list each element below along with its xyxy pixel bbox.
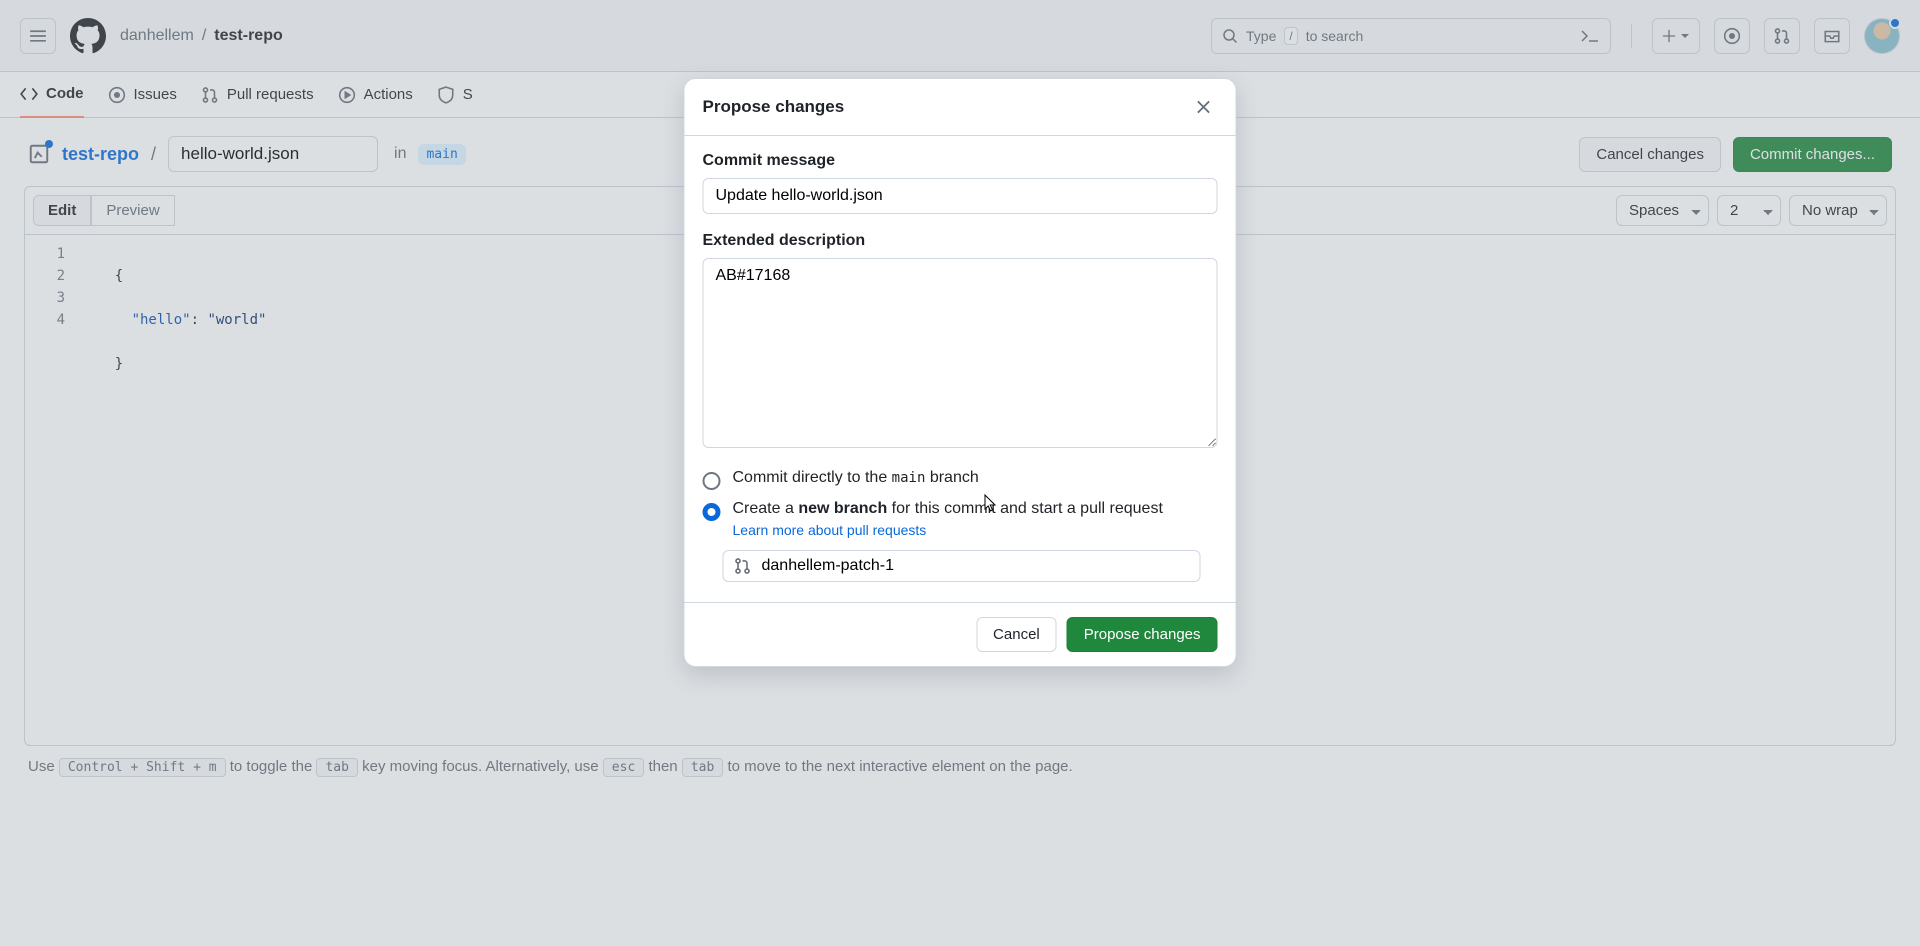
- commit-message-input[interactable]: [703, 178, 1218, 214]
- commit-direct-label: Commit directly to the main branch: [733, 469, 979, 487]
- branch-name-input-wrap[interactable]: [723, 550, 1201, 582]
- branch-name-input[interactable]: [762, 557, 1190, 575]
- extended-description-label: Extended description: [703, 232, 1218, 250]
- git-pull-request-icon: [734, 557, 752, 575]
- propose-changes-button[interactable]: Propose changes: [1067, 617, 1218, 652]
- modal-title: Propose changes: [703, 97, 845, 117]
- commit-direct-option[interactable]: Commit directly to the main branch: [703, 469, 1218, 490]
- radio-checked-icon: [703, 503, 721, 521]
- create-branch-option[interactable]: Create a new branch for this commit and …: [703, 500, 1218, 538]
- extended-description-textarea[interactable]: [703, 258, 1218, 448]
- commit-message-label: Commit message: [703, 152, 1218, 170]
- radio-unchecked-icon: [703, 472, 721, 490]
- close-icon: [1195, 98, 1213, 116]
- learn-more-link[interactable]: Learn more about pull requests: [733, 522, 1163, 538]
- cancel-button[interactable]: Cancel: [976, 617, 1057, 652]
- create-branch-label: Create a new branch for this commit and …: [733, 500, 1163, 538]
- propose-changes-dialog: Propose changes Commit message Extended …: [684, 78, 1237, 667]
- close-button[interactable]: [1190, 93, 1218, 121]
